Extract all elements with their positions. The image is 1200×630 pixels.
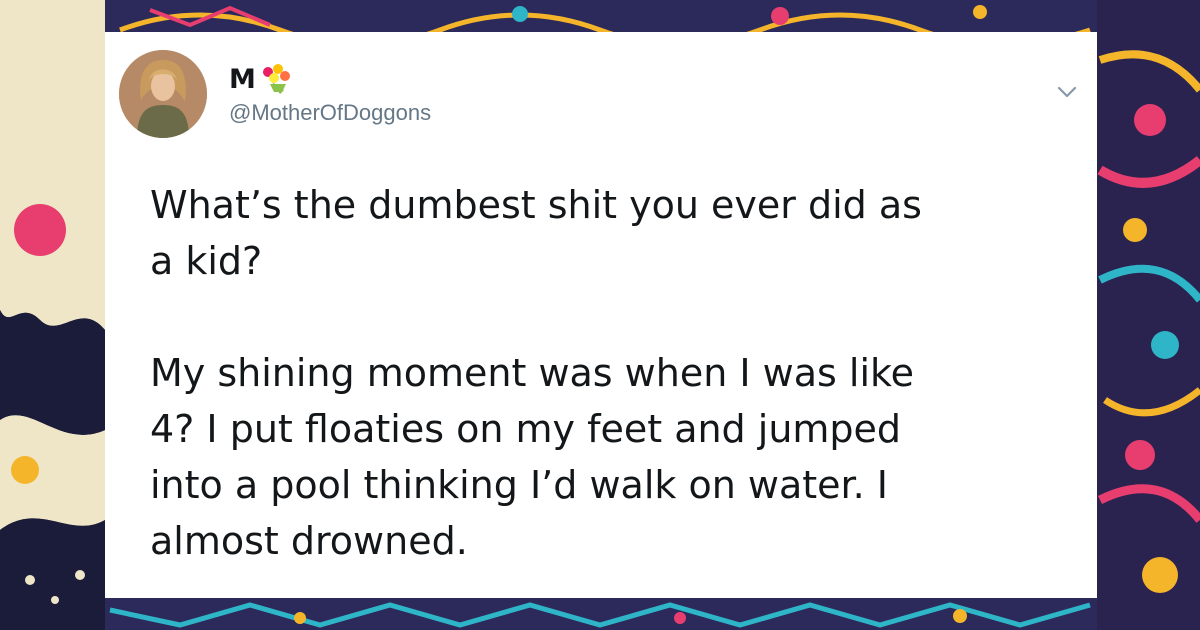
tweet-card: M @MotherOfDoggons What’s the dumbest sh… [105, 32, 1097, 598]
user-handle[interactable]: @MotherOfDoggons [229, 100, 431, 126]
author-name-row: M [229, 62, 292, 96]
display-name[interactable]: M [229, 64, 256, 95]
chevron-down-icon[interactable] [1055, 80, 1079, 104]
avatar[interactable] [119, 50, 207, 138]
bouquet-icon [263, 64, 291, 94]
tweet-text: What’s the dumbest shit you ever did as … [150, 183, 922, 563]
